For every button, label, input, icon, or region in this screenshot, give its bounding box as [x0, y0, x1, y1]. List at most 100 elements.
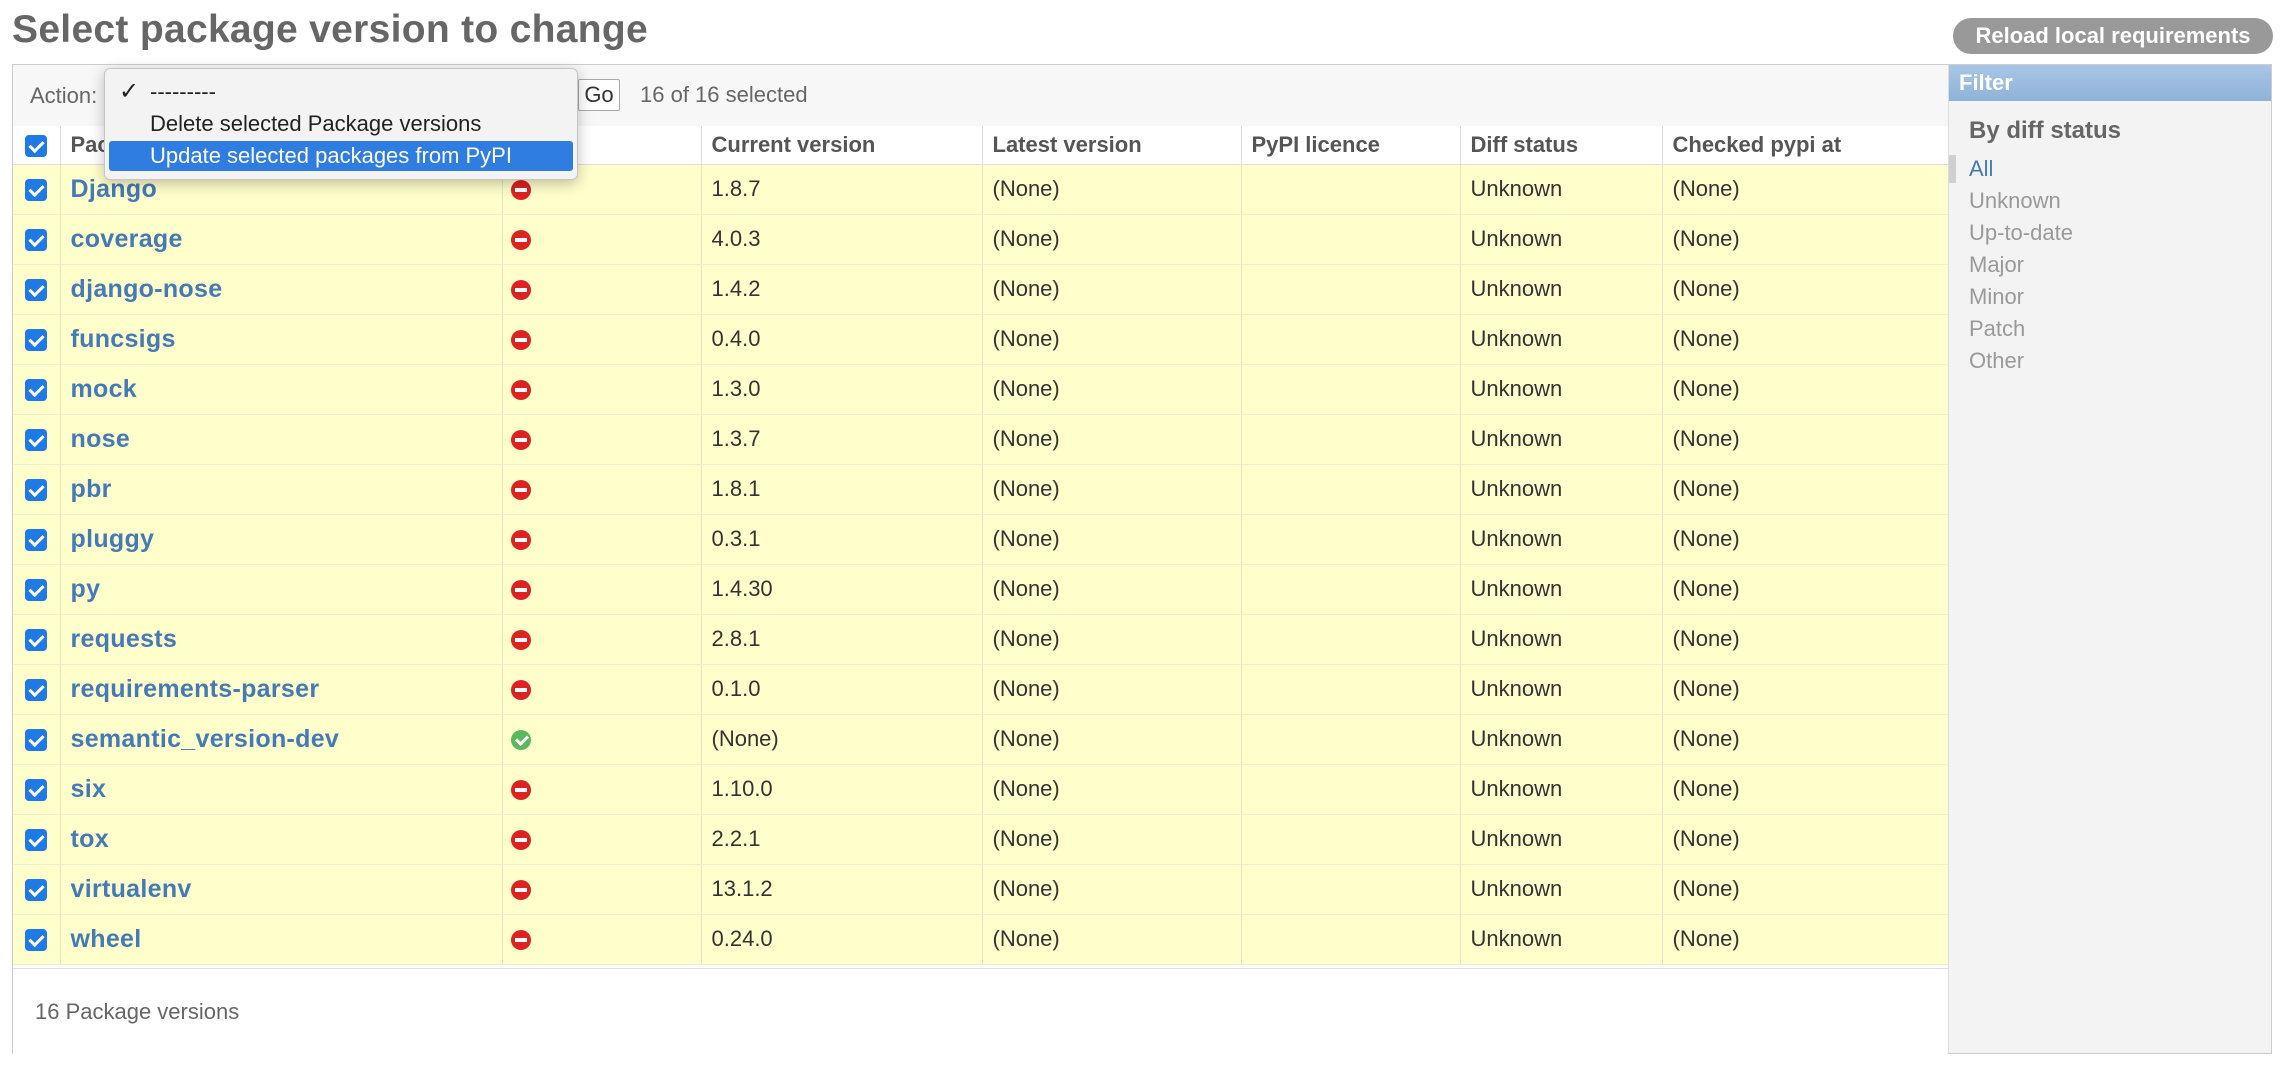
row-checkbox[interactable]	[25, 629, 48, 652]
row-checkbox[interactable]	[25, 329, 48, 352]
is-editable-cell	[502, 664, 702, 715]
diff-status-cell: Unknown	[1460, 214, 1663, 265]
row-select-cell	[13, 214, 61, 265]
package-name-cell: tox	[60, 814, 503, 865]
is-editable-cell	[502, 614, 702, 665]
diff-status-cell: Unknown	[1460, 264, 1663, 315]
package-name-cell: pbr	[60, 464, 503, 515]
row-checkbox[interactable]	[25, 879, 48, 902]
package-link[interactable]: tox	[71, 825, 109, 853]
checked-pypi-at-cell: (None)	[1662, 714, 1949, 765]
table-row: py 1.4.30 (None) Unknown (None)	[13, 564, 1949, 615]
row-checkbox[interactable]	[25, 429, 48, 452]
package-link[interactable]: requests	[71, 625, 178, 653]
package-link[interactable]: funcsigs	[71, 325, 176, 353]
action-option-none[interactable]: ✓ ---------	[109, 77, 573, 107]
package-link[interactable]: py	[71, 575, 101, 603]
yes-icon	[510, 730, 531, 751]
action-option-label: ---------	[150, 79, 216, 104]
filter-option-major[interactable]: Major	[1949, 249, 2271, 281]
filter-option-up-to-date[interactable]: Up-to-date	[1949, 217, 2271, 249]
row-checkbox[interactable]	[25, 479, 48, 502]
column-header-checked-pypi-at[interactable]: Checked pypi at	[1662, 126, 1949, 165]
row-select-cell	[13, 614, 61, 665]
row-select-cell	[13, 464, 61, 515]
row-select-cell	[13, 714, 61, 765]
no-icon	[510, 680, 531, 701]
row-checkbox[interactable]	[25, 579, 48, 602]
package-name-cell: nose	[60, 414, 503, 465]
package-name-cell: funcsigs	[60, 314, 503, 365]
column-header-diff-status[interactable]: Diff status	[1460, 126, 1663, 165]
page: Select package version to change Reload …	[0, 0, 2284, 1070]
latest-version-cell: (None)	[982, 864, 1242, 915]
row-checkbox[interactable]	[25, 779, 48, 802]
go-button[interactable]: Go	[578, 79, 620, 111]
package-link[interactable]: requirements-parser	[71, 675, 320, 703]
current-version-cell: 2.2.1	[701, 814, 983, 865]
filter-option-minor[interactable]: Minor	[1949, 281, 2271, 313]
row-checkbox[interactable]	[25, 179, 48, 202]
row-select-cell	[13, 314, 61, 365]
row-checkbox[interactable]	[25, 679, 48, 702]
package-name-cell: six	[60, 764, 503, 815]
no-icon	[510, 480, 531, 501]
row-checkbox[interactable]	[25, 729, 48, 752]
filter-option-other[interactable]: Other	[1949, 345, 2271, 377]
latest-version-cell: (None)	[982, 364, 1242, 415]
action-option-label: Update selected packages from PyPI	[150, 143, 512, 168]
table-row: virtualenv 13.1.2 (None) Unknown (None)	[13, 864, 1949, 915]
diff-status-cell: Unknown	[1460, 364, 1663, 415]
column-header-latest-version[interactable]: Latest version	[982, 126, 1242, 165]
table-row: mock 1.3.0 (None) Unknown (None)	[13, 364, 1949, 415]
is-editable-cell	[502, 314, 702, 365]
package-link[interactable]: django-nose	[71, 275, 223, 303]
column-header-pypi-licence[interactable]: PyPI licence	[1241, 126, 1461, 165]
package-link[interactable]: pluggy	[71, 525, 155, 553]
latest-version-cell: (None)	[982, 914, 1242, 965]
row-checkbox[interactable]	[25, 829, 48, 852]
column-header-current-version[interactable]: Current version	[701, 126, 983, 165]
diff-status-cell: Unknown	[1460, 714, 1663, 765]
current-version-cell: 0.24.0	[701, 914, 983, 965]
filter-sidebar: Filter By diff status All Unknown Up-to-da…	[1948, 65, 2271, 1053]
is-editable-cell	[502, 814, 702, 865]
table-row: tox 2.2.1 (None) Unknown (None)	[13, 814, 1949, 865]
latest-version-cell: (None)	[982, 314, 1242, 365]
pypi-licence-cell	[1241, 464, 1461, 515]
package-link[interactable]: pbr	[71, 475, 112, 503]
table-row: requirements-parser 0.1.0 (None) Unknown (No…	[13, 664, 1949, 715]
diff-status-cell: Unknown	[1460, 164, 1663, 215]
checked-pypi-at-cell: (None)	[1662, 514, 1949, 565]
filter-option-all[interactable]: All	[1949, 153, 2271, 185]
action-option-update-from-pypi[interactable]: Update selected packages from PyPI	[109, 141, 573, 171]
row-select-cell	[13, 564, 61, 615]
package-link[interactable]: nose	[71, 425, 131, 453]
package-link[interactable]: virtualenv	[71, 875, 192, 903]
checked-pypi-at-cell: (None)	[1662, 664, 1949, 715]
package-link[interactable]: six	[71, 775, 107, 803]
checkmark-icon: ✓	[119, 78, 140, 105]
package-link[interactable]: coverage	[71, 225, 183, 253]
row-checkbox[interactable]	[25, 229, 48, 252]
select-all-checkbox[interactable]	[25, 134, 48, 157]
is-editable-cell	[502, 764, 702, 815]
filter-option-unknown[interactable]: Unknown	[1949, 185, 2271, 217]
package-link[interactable]: mock	[71, 375, 138, 403]
checked-pypi-at-cell: (None)	[1662, 464, 1949, 515]
row-checkbox[interactable]	[25, 279, 48, 302]
pypi-licence-cell	[1241, 764, 1461, 815]
row-select-cell	[13, 364, 61, 415]
action-label: Action:	[30, 82, 98, 108]
filter-option-patch[interactable]: Patch	[1949, 313, 2271, 345]
row-checkbox[interactable]	[25, 379, 48, 402]
package-link[interactable]: semantic_version-dev	[71, 725, 340, 753]
row-checkbox[interactable]	[25, 929, 48, 952]
row-checkbox[interactable]	[25, 529, 48, 552]
checked-pypi-at-cell: (None)	[1662, 314, 1949, 365]
action-option-delete[interactable]: Delete selected Package versions	[109, 109, 573, 139]
is-editable-cell	[502, 714, 702, 765]
reload-local-requirements-button[interactable]: Reload local requirements	[1953, 18, 2273, 54]
pypi-licence-cell	[1241, 814, 1461, 865]
package-link[interactable]: wheel	[71, 925, 142, 953]
